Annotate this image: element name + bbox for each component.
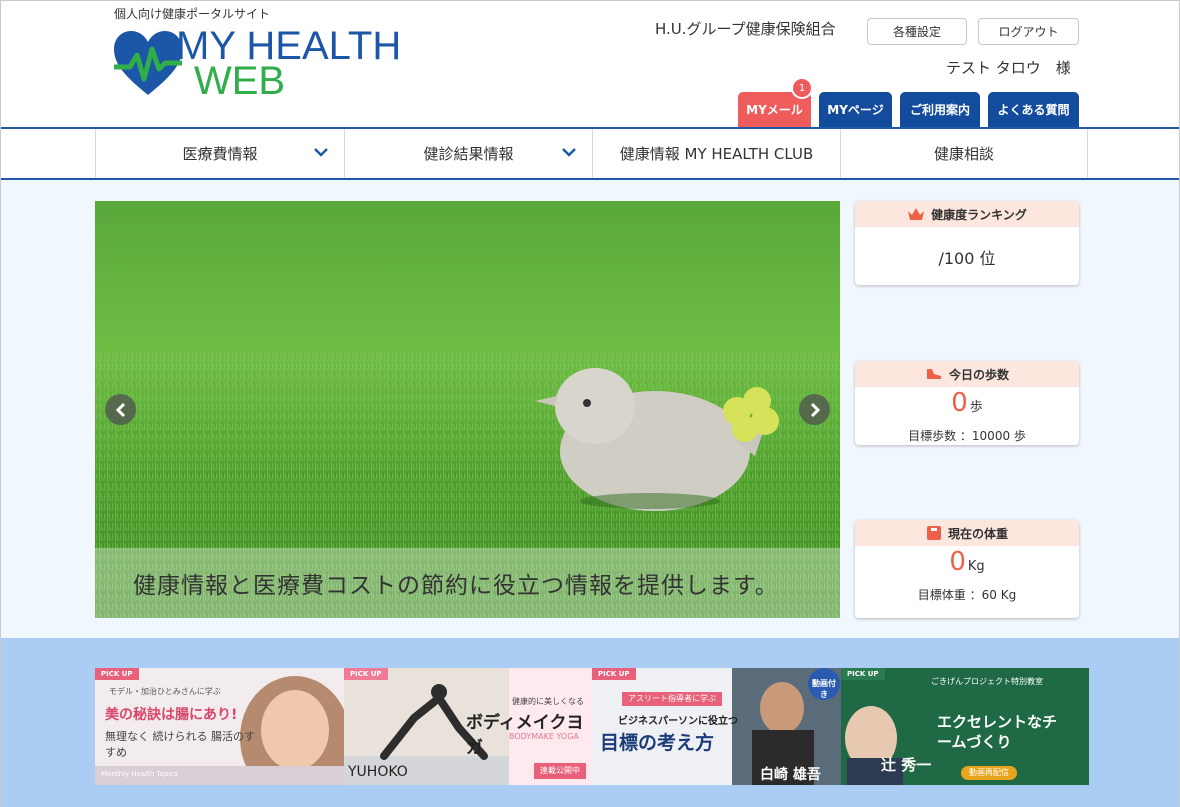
steps-value: 0 [951, 388, 968, 418]
weight-value: 0 [949, 547, 966, 577]
nav-item-label: 健康情報 MY HEALTH CLUB [619, 145, 814, 163]
site-logo[interactable]: MY HEALTH WEB [112, 23, 422, 103]
site-tagline: 個人向け健康ポータルサイト [114, 7, 271, 21]
pickup-banner-bodymake-yoga[interactable]: PICK UP 健康的に美しくなる ボディメイクヨガ BODYMAKE YOGA… [344, 668, 593, 785]
banner-text: 辻 秀一 [881, 756, 932, 774]
nav-item-medical-costs[interactable]: 医療費情報 [95, 129, 344, 178]
tab-faq[interactable]: よくある質問 [988, 92, 1079, 127]
serial-badge: 連載公開中 [534, 763, 586, 779]
pickup-label: PICK UP [592, 668, 636, 680]
user-name: テスト タロウ 様 [946, 59, 1071, 77]
chevron-down-icon [562, 148, 576, 157]
nav-item-label: 健診結果情報 [423, 145, 514, 163]
steps-value-row: 0歩 [855, 389, 1079, 422]
scale-icon [926, 526, 941, 540]
nav-item-health-consultation[interactable]: 健康相談 [840, 129, 1088, 178]
logo-text-web: WEB [194, 59, 286, 103]
banner-text: 無理なく 続けられる 腸活のすすめ [105, 730, 255, 759]
nav-item-checkup-results[interactable]: 健診結果情報 [344, 129, 592, 178]
nav-item-label: 医療費情報 [182, 145, 258, 163]
steps-widget[interactable]: 今日の歩数 0歩 目標歩数 ：10000 歩 [855, 361, 1079, 445]
banner-title: 目標の考え方 [600, 732, 715, 754]
pickup-label: PICK UP [95, 668, 139, 680]
nav-item-label: 健康相談 [933, 145, 994, 163]
steps-unit: 歩 [969, 400, 983, 415]
ranking-widget[interactable]: 健康度ランキング /100 位 [855, 201, 1079, 285]
weight-widget-header: 現在の体重 [855, 520, 1079, 546]
settings-button[interactable]: 各種設定 [867, 18, 967, 45]
slider-prev-button[interactable] [105, 394, 136, 425]
banner-title: 美の秘訣は腸にあり! [105, 707, 238, 723]
main-content: 健康情報と医療費コストの節約に役立つ情報を提供します。 健康度ランキング /10… [1, 180, 1179, 638]
steps-target: 目標歩数 ：10000 歩 [908, 429, 1026, 443]
mail-count-badge: 1 [791, 77, 813, 99]
chevron-left-icon [115, 402, 125, 417]
ranking-value: /100 位 [938, 249, 996, 268]
shoe-icon [926, 369, 941, 379]
ranking-widget-header: 健康度ランキング [855, 201, 1079, 227]
logout-button[interactable]: ログアウト [978, 18, 1079, 45]
pickup-section: PICK UP モデル・加治ひとみさんに学ぶ 美の秘訣は腸にあり! 無理なく 続… [1, 638, 1179, 807]
rebroadcast-badge: 動画再配信 [961, 766, 1017, 780]
global-navigation: 医療費情報 健診結果情報 健康情報 MY HEALTH CLUB 健康相談 [1, 127, 1179, 180]
pickup-label: PICK UP [344, 668, 388, 680]
weight-target: 目標体重 ：60 Kg [917, 588, 1017, 602]
video-badge: 動画付き [812, 679, 836, 699]
nav-item-health-club[interactable]: 健康情報 MY HEALTH CLUB [592, 129, 840, 178]
tab-usage-guide[interactable]: ご利用案内 [900, 92, 980, 127]
weight-unit: Kg [967, 559, 985, 574]
banner-text: BODYMAKE YOGA [509, 732, 579, 741]
steps-title: 今日の歩数 [948, 367, 1009, 382]
pickup-banner-gut-health[interactable]: PICK UP モデル・加治ひとみさんに学ぶ 美の秘訣は腸にあり! 無理なく 続… [95, 668, 344, 785]
hero-slider[interactable]: 健康情報と医療費コストの節約に役立つ情報を提供します。 [95, 201, 840, 618]
organization-name: H.U.グループ健康保険組合 [655, 20, 836, 38]
banner-footer: YUHOKO [348, 764, 408, 780]
site-header: 個人向け健康ポータルサイト MY HEALTH WEB H.U.グループ健康保険… [1, 1, 1179, 128]
weight-title: 現在の体重 [947, 526, 1008, 541]
banner-subtitle: ごきげんプロジェクト特別教室 [931, 677, 1043, 686]
weight-widget[interactable]: 現在の体重 0 Kg 目標体重 ：60 Kg [855, 520, 1079, 618]
banner-footer: Monthly Health Topics [101, 770, 178, 778]
slider-next-button[interactable] [799, 394, 830, 425]
banner-text: アスリート指導者に学ぶ [622, 692, 722, 706]
banner-subtitle: モデル・加治ひとみさんに学ぶ [109, 687, 221, 696]
banner-footer: 白崎 雄吾 [760, 767, 821, 783]
weight-value-row: 0 Kg [855, 548, 1079, 581]
banner-title: エクセレントなチームづくり [937, 713, 1058, 751]
pickup-banner-team-building[interactable]: PICK UP ごきげんプロジェクト特別教室 エクセレントなチームづくり 辻 秀… [841, 668, 1090, 785]
pickup-banner-goal-setting[interactable]: PICK UP アスリート指導者に学ぶ ビジネスパーソンに役立つ 目標の考え方 … [592, 668, 841, 785]
heart-logo-icon [114, 31, 182, 95]
ranking-title: 健康度ランキング [931, 207, 1027, 222]
steps-widget-header: 今日の歩数 [855, 361, 1079, 387]
chevron-down-icon [314, 148, 328, 157]
crown-icon [908, 208, 925, 220]
banner-subtitle: ビジネスパーソンに役立つ [618, 716, 738, 727]
tab-my-page[interactable]: MYページ [819, 92, 892, 127]
hero-caption: 健康情報と医療費コストの節約に役立つ情報を提供します。 [95, 548, 840, 618]
banner-subtitle: 健康的に美しくなる [512, 697, 584, 706]
pickup-label: PICK UP [841, 668, 885, 680]
chevron-right-icon [810, 402, 820, 417]
